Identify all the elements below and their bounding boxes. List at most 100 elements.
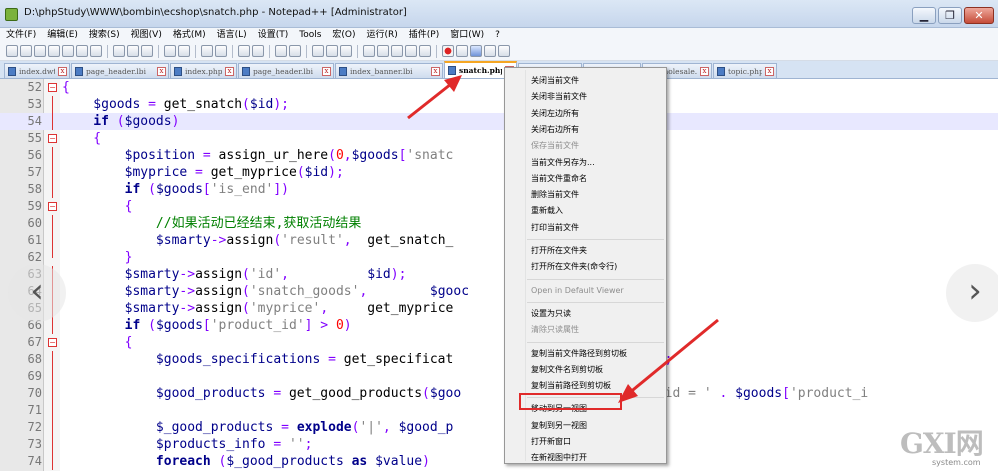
tab-index-dwt[interactable]: index.dwt x (4, 63, 70, 78)
close-all-icon[interactable] (76, 45, 88, 57)
code-line[interactable]: 57 $myprice = get_myprice($id); (0, 164, 998, 181)
restore-button[interactable]: ❐ (938, 7, 962, 24)
context-menu-item[interactable]: 删除当前文件 (507, 187, 664, 202)
tab-topic-php[interactable]: topic.php x (713, 63, 777, 78)
context-menu-item[interactable]: 在新视图中打开 (507, 450, 664, 465)
code-line[interactable]: 64 $smarty->assign('snatch_goods', $gooc (0, 283, 998, 300)
code-line[interactable]: 63 $smarty->assign('id', $id); (0, 266, 998, 283)
menu-item[interactable]: 语言(L) (217, 28, 247, 42)
context-menu-item[interactable]: 打开新窗口 (507, 434, 664, 449)
code-line[interactable]: 52−{ (0, 79, 998, 96)
save-icon[interactable] (34, 45, 46, 57)
context-menu-item[interactable]: 当前文件重命名 (507, 171, 664, 186)
code-line[interactable]: 73 $products_info = ''; (0, 436, 998, 453)
function-list-icon[interactable] (391, 45, 403, 57)
sync-h-icon[interactable] (289, 45, 301, 57)
zoom-out-icon[interactable] (252, 45, 264, 57)
code-line[interactable]: 59− { (0, 198, 998, 215)
undo-icon[interactable] (164, 45, 176, 57)
show-all-icon[interactable] (326, 45, 338, 57)
close-tab-icon[interactable]: x (700, 66, 709, 76)
fold-toggle-icon[interactable]: − (48, 338, 57, 347)
redo-icon[interactable] (178, 45, 190, 57)
code-line[interactable]: 53 $goods = get_snatch($id); (0, 96, 998, 113)
cut-icon[interactable] (113, 45, 125, 57)
close-tab-icon[interactable]: x (58, 66, 67, 76)
next-arrow-button[interactable]: › (946, 264, 998, 322)
menu-item[interactable]: 设置(T) (258, 28, 289, 42)
print-icon[interactable] (90, 45, 102, 57)
context-menu-item[interactable]: 打印当前文件 (507, 220, 664, 235)
save-all-icon[interactable] (48, 45, 60, 57)
stop-macro-icon[interactable] (456, 45, 468, 57)
code-line[interactable]: 65 $smarty->assign('myprice', get_mypric… (0, 300, 998, 317)
context-menu-item[interactable]: 关闭右边所有 (507, 122, 664, 137)
previous-arrow-button[interactable]: ‹ (8, 264, 66, 322)
context-menu-item[interactable]: 关闭非当前文件 (507, 89, 664, 104)
monitor-icon[interactable] (419, 45, 431, 57)
indent-guide-icon[interactable] (340, 45, 352, 57)
context-menu-item[interactable]: 重新载入 (507, 203, 664, 218)
folder-workspace-icon[interactable] (405, 45, 417, 57)
context-menu-item[interactable]: 打开所在文件夹(命令行) (507, 259, 664, 274)
udl-icon[interactable] (363, 45, 375, 57)
close-tab-icon[interactable]: x (765, 66, 774, 76)
code-line[interactable]: 69 (0, 368, 998, 385)
context-menu-item[interactable]: 当前文件另存为... (507, 155, 664, 170)
code-line[interactable]: 74 foreach ($_good_products as $value) (0, 453, 998, 470)
code-line[interactable]: 68 $goods_specifications = get_specifica… (0, 351, 998, 368)
find-icon[interactable] (201, 45, 213, 57)
code-line[interactable]: 60 //如果活动已经结束,获取活动结果 (0, 215, 998, 232)
close-window-button[interactable]: ✕ (964, 7, 994, 24)
replace-icon[interactable] (215, 45, 227, 57)
fold-toggle-icon[interactable]: − (48, 134, 57, 143)
tab-index-php[interactable]: index.php x (170, 63, 237, 78)
minimize-button[interactable]: ▁ (912, 7, 936, 24)
close-icon[interactable] (62, 45, 74, 57)
code-editor[interactable]: 52−{53 $goods = get_snatch($id); 54 if ($… (0, 79, 998, 471)
tab-page-header-lbi[interactable]: page_header.lbi x (238, 63, 334, 78)
code-line[interactable]: 67− { (0, 334, 998, 351)
code-line[interactable]: 56 $position = assign_ur_here(0,$goods['… (0, 147, 998, 164)
menu-item[interactable]: 搜索(S) (89, 28, 120, 42)
menu-item[interactable]: 宏(O) (332, 28, 355, 42)
code-line[interactable]: 61 $smarty->assign('result', get_snatch_ (0, 232, 998, 249)
copy-icon[interactable] (127, 45, 139, 57)
close-tab-icon[interactable]: x (322, 66, 331, 76)
code-line[interactable]: 54 if ($goods) (0, 113, 998, 130)
wrap-icon[interactable] (312, 45, 324, 57)
code-line[interactable]: 70 $good_products = get_good_products($g… (0, 385, 998, 402)
sync-v-icon[interactable] (275, 45, 287, 57)
code-line[interactable]: 66 if ($goods['product_id'] > 0) (0, 317, 998, 334)
close-tab-icon[interactable]: x (157, 66, 166, 76)
paste-icon[interactable] (141, 45, 153, 57)
new-icon[interactable] (6, 45, 18, 57)
code-line[interactable]: 62 } (0, 249, 998, 266)
close-tab-icon[interactable]: x (225, 66, 234, 76)
context-menu-item[interactable]: 关闭当前文件 (507, 73, 664, 88)
context-menu-item[interactable]: 复制到另一视图 (507, 418, 664, 433)
menu-item[interactable]: ? (495, 28, 500, 42)
menu-item[interactable]: 格式(M) (173, 28, 206, 42)
menu-item[interactable]: 插件(P) (409, 28, 439, 42)
code-line[interactable]: 72 $_good_products = explode('|', $good_… (0, 419, 998, 436)
open-icon[interactable] (20, 45, 32, 57)
save-macro-icon[interactable] (498, 45, 510, 57)
context-menu-item[interactable]: 关闭左边所有 (507, 106, 664, 121)
code-line[interactable]: 71 (0, 402, 998, 419)
fold-toggle-icon[interactable]: − (48, 202, 57, 211)
doc-map-icon[interactable] (377, 45, 389, 57)
menu-item[interactable]: 运行(R) (367, 28, 398, 42)
zoom-in-icon[interactable] (238, 45, 250, 57)
run-multiple-icon[interactable] (484, 45, 496, 57)
tab-page-header-lbi[interactable]: page_header.lbi x (71, 63, 169, 78)
code-line[interactable]: 58 if ($goods['is_end']) (0, 181, 998, 198)
play-macro-icon[interactable] (470, 45, 482, 57)
menu-item[interactable]: Tools (299, 28, 321, 42)
context-menu-item[interactable]: 打开所在文件夹 (507, 243, 664, 258)
menu-item[interactable]: 文件(F) (6, 28, 36, 42)
fold-toggle-icon[interactable]: − (48, 83, 57, 92)
code-line[interactable]: 55− { (0, 130, 998, 147)
menu-item[interactable]: 编辑(E) (47, 28, 78, 42)
record-macro-icon[interactable] (442, 45, 454, 57)
